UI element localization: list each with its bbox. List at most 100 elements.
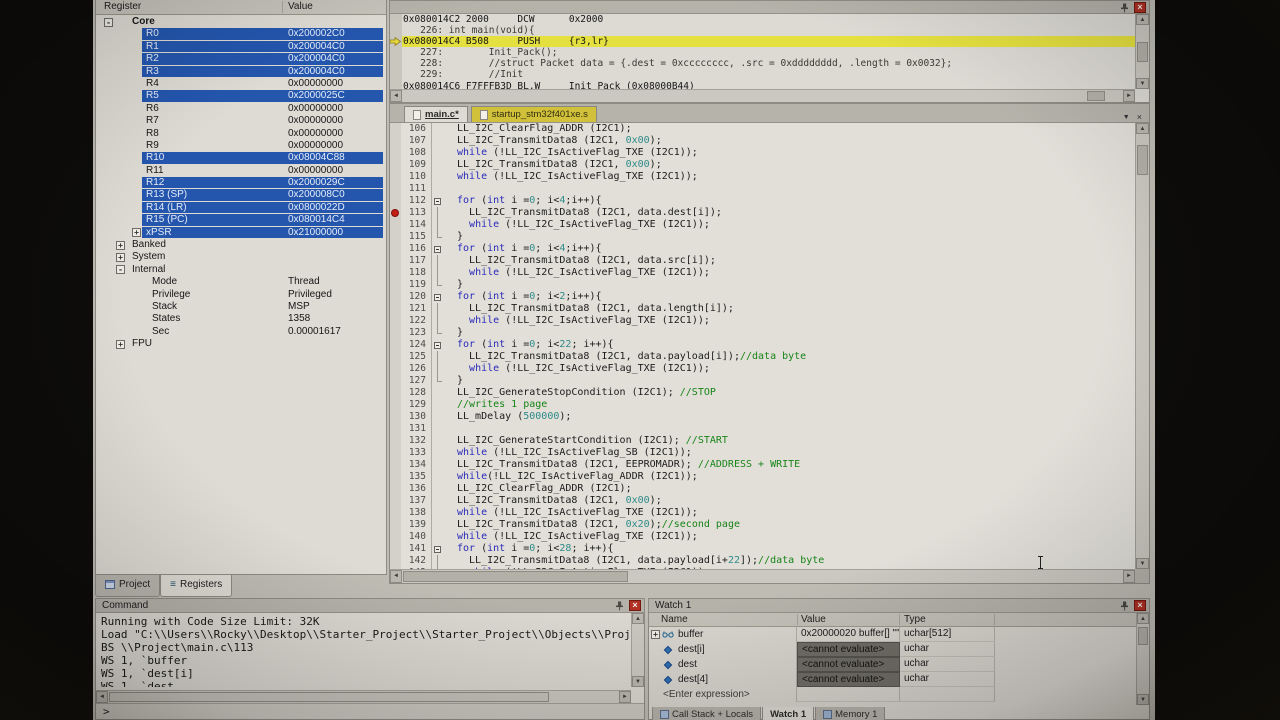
register-row[interactable]: R80x00000000: [96, 128, 386, 140]
disasm-line[interactable]: 229: //Init: [390, 69, 1135, 80]
tab-project[interactable]: Project: [95, 575, 160, 597]
fold-margin[interactable]: [432, 183, 445, 195]
code-line[interactable]: 139LL_I2C_TransmitData8 (I2C1, 0x20);//s…: [390, 519, 1135, 531]
fold-margin[interactable]: [432, 519, 445, 531]
code-line[interactable]: 130LL_mDelay (500000);: [390, 411, 1135, 423]
fold-margin[interactable]: [432, 279, 445, 291]
fold-collapse-icon[interactable]: [434, 294, 441, 301]
command-vertical-scrollbar[interactable]: ▲ ▼: [631, 613, 644, 687]
register-row[interactable]: PrivilegePrivileged: [96, 289, 386, 301]
breakpoint-margin[interactable]: [390, 147, 401, 159]
code-line[interactable]: 138while (!LL_I2C_IsActiveFlag_TXE (I2C1…: [390, 507, 1135, 519]
code-line[interactable]: 129//writes 1 page: [390, 399, 1135, 411]
breakpoint-margin[interactable]: [390, 255, 401, 267]
code-line[interactable]: 132LL_I2C_GenerateStartCondition (I2C1);…: [390, 435, 1135, 447]
code-line[interactable]: 128LL_I2C_GenerateStopCondition (I2C1); …: [390, 387, 1135, 399]
fold-margin[interactable]: [432, 531, 445, 543]
breakpoint-margin[interactable]: [390, 267, 401, 279]
register-row[interactable]: R00x200002C0: [96, 28, 386, 40]
code-line[interactable]: 111: [390, 183, 1135, 195]
fold-margin[interactable]: [432, 495, 445, 507]
pin-icon[interactable]: [1119, 600, 1130, 611]
scrollbar-thumb[interactable]: [1137, 145, 1148, 175]
disassembly-horizontal-scrollbar[interactable]: ◄ ►: [390, 89, 1135, 102]
fold-margin[interactable]: [432, 363, 445, 375]
register-row[interactable]: R10x200004C0: [96, 41, 386, 53]
editor-horizontal-scrollbar[interactable]: ◄ ►: [390, 569, 1135, 583]
breakpoint-margin[interactable]: [390, 399, 401, 411]
breakpoint-margin[interactable]: [390, 159, 401, 171]
fold-margin[interactable]: [432, 291, 445, 303]
breakpoint-margin[interactable]: [390, 471, 401, 483]
register-row[interactable]: R90x00000000: [96, 140, 386, 152]
code-line[interactable]: 137LL_I2C_TransmitData8 (I2C1, 0x00);: [390, 495, 1135, 507]
scrollbar-thumb[interactable]: [403, 571, 628, 582]
breakpoint-margin[interactable]: [390, 351, 401, 363]
register-row[interactable]: R20x200004C0: [96, 53, 386, 65]
watch-name-cell[interactable]: dest[i]: [649, 642, 797, 657]
code-line[interactable]: 115}: [390, 231, 1135, 243]
scrollbar-thumb[interactable]: [1138, 627, 1148, 645]
scroll-down-icon[interactable]: ▼: [632, 676, 644, 687]
watch-name-cell[interactable]: dest: [649, 657, 797, 672]
fold-margin[interactable]: [432, 543, 445, 555]
code-line[interactable]: 126 while (!LL_I2C_IsActiveFlag_TXE (I2C…: [390, 363, 1135, 375]
scroll-right-icon[interactable]: ►: [619, 691, 631, 703]
code-line[interactable]: 125 LL_I2C_TransmitData8 (I2C1, data.pay…: [390, 351, 1135, 363]
code-line[interactable]: 141for (int i =0; i<28; i++){: [390, 543, 1135, 555]
code-line[interactable]: 108while (!LL_I2C_IsActiveFlag_TXE (I2C1…: [390, 147, 1135, 159]
disasm-line[interactable]: 227: Init_Pack();: [390, 47, 1135, 58]
breakpoint-margin[interactable]: [390, 543, 401, 555]
register-row[interactable]: StackMSP: [96, 301, 386, 313]
expand-icon[interactable]: +: [116, 253, 125, 262]
scroll-down-icon[interactable]: ▼: [1137, 694, 1149, 705]
breakpoint-margin[interactable]: [390, 375, 401, 387]
fold-collapse-icon[interactable]: [434, 246, 441, 253]
watch-row[interactable]: dest[4]<cannot evaluate>uchar: [649, 672, 1136, 687]
code-line[interactable]: 107LL_I2C_TransmitData8 (I2C1, 0x00);: [390, 135, 1135, 147]
fold-collapse-icon[interactable]: [434, 342, 441, 349]
disasm-line[interactable]: 0x080014C2 2000 DCW 0x2000: [390, 14, 1135, 25]
fold-margin[interactable]: [432, 447, 445, 459]
watch-row[interactable]: dest[i]<cannot evaluate>uchar: [649, 642, 1136, 657]
tab-startup-s[interactable]: startup_stm32f401xe.s: [471, 106, 597, 122]
breakpoint-margin[interactable]: [390, 507, 401, 519]
register-row[interactable]: R60x00000000: [96, 103, 386, 115]
breakpoint-margin[interactable]: [390, 519, 401, 531]
fold-margin[interactable]: [432, 207, 445, 219]
register-row[interactable]: R50x2000025C: [96, 90, 386, 102]
code-line[interactable]: 123}: [390, 327, 1135, 339]
fold-margin[interactable]: [432, 423, 445, 435]
fold-margin[interactable]: [432, 123, 445, 135]
fold-margin[interactable]: [432, 231, 445, 243]
command-input[interactable]: >: [96, 703, 644, 719]
register-row[interactable]: R13 (SP)0x200008C0: [96, 189, 386, 201]
breakpoint-margin[interactable]: [390, 135, 401, 147]
breakpoint-margin[interactable]: [390, 495, 401, 507]
watch-row[interactable]: dest<cannot evaluate>uchar: [649, 657, 1136, 672]
scroll-down-icon[interactable]: ▼: [1136, 558, 1149, 569]
register-row[interactable]: R40x00000000: [96, 78, 386, 90]
expand-icon[interactable]: +: [651, 630, 660, 639]
scroll-left-icon[interactable]: ◄: [390, 90, 402, 102]
fold-margin[interactable]: [432, 171, 445, 183]
breakpoint-margin[interactable]: [390, 363, 401, 375]
tab-main-c[interactable]: main.c*: [404, 106, 468, 122]
code-editor[interactable]: 106LL_I2C_ClearFlag_ADDR (I2C1);107LL_I2…: [390, 123, 1135, 569]
collapse-icon[interactable]: -: [104, 18, 113, 27]
fold-margin[interactable]: [432, 483, 445, 495]
breakpoint-margin[interactable]: [390, 231, 401, 243]
watch-value[interactable]: <cannot evaluate>: [797, 657, 900, 672]
close-document-icon[interactable]: ×: [1137, 112, 1142, 122]
breakpoint-margin[interactable]: [390, 219, 401, 231]
watch-name-cell[interactable]: dest[4]: [649, 672, 797, 687]
breakpoint-margin[interactable]: [390, 555, 401, 567]
disasm-line[interactable]: 228: //struct Packet data = {.dest = 0xc…: [390, 58, 1135, 69]
code-line[interactable]: 140while (!LL_I2C_IsActiveFlag_TXE (I2C1…: [390, 531, 1135, 543]
breakpoint-margin[interactable]: [390, 483, 401, 495]
scroll-up-icon[interactable]: ▲: [632, 613, 644, 624]
breakpoint-margin[interactable]: [390, 531, 401, 543]
scroll-right-icon[interactable]: ►: [1123, 90, 1135, 102]
breakpoint-margin[interactable]: [390, 339, 401, 351]
code-line[interactable]: 114 while (!LL_I2C_IsActiveFlag_TXE (I2C…: [390, 219, 1135, 231]
